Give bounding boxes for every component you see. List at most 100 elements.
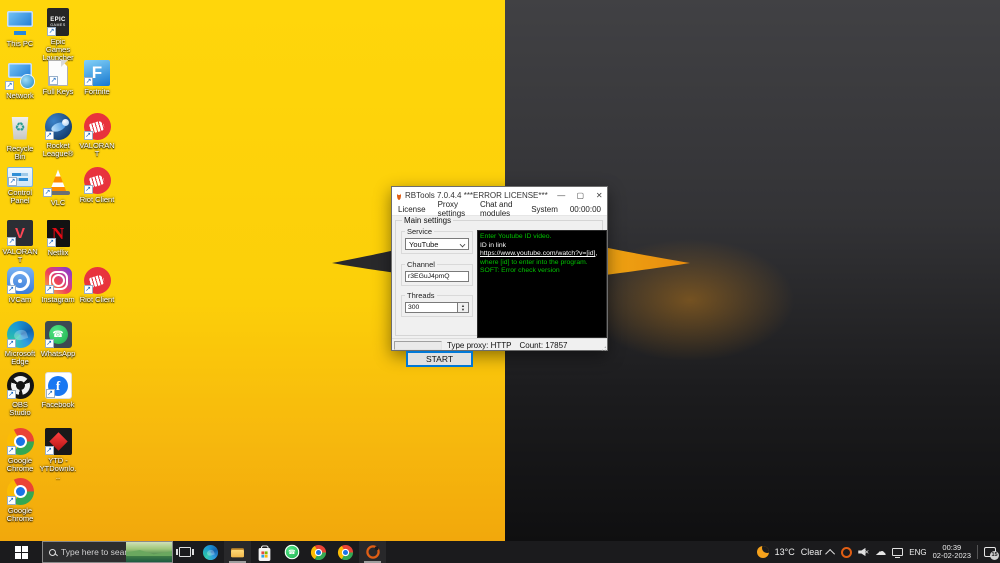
edge-icon: ↗	[6, 321, 34, 348]
console-output: Enter Youtube ID video. ID in link https…	[477, 230, 607, 338]
desktop-icon-label: Epic Games Launcher	[42, 37, 74, 62]
task-view-icon	[176, 547, 194, 557]
ytd-icon: ↗	[44, 428, 72, 455]
taskbar-chrome-button[interactable]	[305, 541, 332, 563]
taskbar-search[interactable]: Type here to search	[42, 541, 173, 563]
ivcam-icon: ↗	[6, 267, 34, 294]
chrome-icon: ↗	[6, 478, 34, 505]
shortcut-arrow-icon: ↗	[84, 77, 93, 86]
weather-condition[interactable]: Clear	[801, 547, 823, 557]
menu-00-00-00[interactable]: 00:00:00	[564, 205, 607, 214]
window-body: Main settings Service YouTube Channel r3…	[392, 216, 607, 367]
desktop-icon-google-chrome[interactable]: ↗ Google Chrome	[1, 428, 39, 473]
taskbar-rbtools-button[interactable]	[359, 541, 386, 563]
desktop-icon-instagram[interactable]: ↗ Instagram	[39, 267, 77, 304]
desktop-icon-riot-client[interactable]: ↗ Riot Client	[78, 167, 116, 204]
shortcut-arrow-icon: ↗	[8, 177, 17, 186]
desktop-icon-rocket-league[interactable]: ↗ Rocket League®	[39, 113, 77, 158]
menu-system[interactable]: System	[525, 205, 564, 214]
taskbar-file-explorer-button[interactable]	[224, 541, 251, 563]
recycle-icon	[5, 113, 35, 143]
desktop-icon-ytd-ytdownlo[interactable]: ↗ YTD - YTDownlo...	[39, 428, 77, 481]
tray-expand-chevron-icon[interactable]	[825, 548, 836, 559]
desktop-icon-epic-games-launcher[interactable]: ↗Epic Games Launcher	[39, 8, 77, 62]
search-icon	[49, 548, 56, 556]
service-dropdown[interactable]: YouTube	[405, 238, 469, 250]
desktop-icon-fortnite[interactable]: ↗Fortnite	[78, 60, 116, 96]
desktop-icon-control-panel[interactable]: ↗ Control Panel	[1, 167, 39, 205]
service-group: Service YouTube	[401, 227, 473, 254]
rbtools-tray-icon[interactable]	[841, 546, 853, 558]
shortcut-arrow-icon: ↗	[5, 81, 14, 90]
resize-grip[interactable]	[598, 343, 606, 351]
status-progress-box	[394, 341, 442, 350]
desktop-icon-recycle-bin[interactable]: Recycle Bin	[1, 113, 39, 161]
obs-icon: ↗	[6, 372, 34, 399]
shortcut-arrow-icon: ↗	[44, 131, 54, 140]
desktop-icon-microsoft-edge[interactable]: ↗ Microsoft Edge	[1, 321, 39, 366]
desktop-icon-label: Fortnite	[84, 87, 110, 96]
system-tray: 13°C Clear ✕ ☁ ENG 00:39 02-02-2023 15	[756, 543, 1000, 561]
network-display-icon[interactable]	[892, 548, 904, 558]
weather-temp[interactable]: 13°C	[775, 547, 795, 557]
desktop-icon-vlc[interactable]: ↗ VLC	[39, 167, 77, 207]
taskbar-whatsapp-button[interactable]	[278, 541, 305, 563]
desktop-icon-facebook[interactable]: ↗ Facebook	[39, 372, 77, 409]
this-pc-icon	[5, 8, 35, 38]
desktop-icon-ivcam[interactable]: ↗ iVCam	[1, 267, 39, 304]
desktop-icon-label: Microsoft Edge	[4, 349, 36, 366]
taskbar-chrome-2-button[interactable]	[332, 541, 359, 563]
close-button[interactable]: ✕	[590, 187, 609, 203]
desktop-icon-google-chrome[interactable]: ↗ Google Chrome	[1, 478, 39, 523]
threads-spinner[interactable]: ▲ ▼	[458, 302, 469, 313]
taskbar-clock[interactable]: 00:39 02-02-2023	[932, 543, 971, 561]
shortcut-arrow-icon: ↗	[6, 446, 16, 455]
notification-center-button[interactable]: 15	[984, 547, 999, 560]
maximize-button[interactable]: ▢	[571, 187, 590, 203]
onedrive-cloud-icon[interactable]: ☁	[875, 546, 886, 558]
task-view-button[interactable]	[173, 541, 197, 563]
desktop-icon-valorant[interactable]: ↗VALORANT	[1, 220, 39, 264]
shortcut-arrow-icon: ↗	[6, 339, 16, 348]
windows-logo-icon	[14, 545, 28, 559]
threads-input[interactable]: 300	[405, 302, 458, 313]
desktop-icon-full-keys[interactable]: ↗ Full Keys	[39, 60, 77, 96]
desktop-icon-netflix[interactable]: ↗Netflix	[39, 220, 77, 257]
desktop-icon-obs-studio[interactable]: ↗ OBS Studio	[1, 372, 39, 417]
desktop-icon-label: Full Keys	[42, 87, 74, 96]
main-settings-group: Main settings Service YouTube Channel r3…	[395, 216, 607, 367]
channel-input[interactable]: r3EGuJ4pmQ	[405, 271, 469, 282]
shortcut-arrow-icon: ↗	[6, 285, 16, 294]
rbtools-window: RBTools 7.0.4.4 ***ERROR LICENSE*** — ▢ …	[391, 186, 609, 367]
riot-fist-icon: ↗	[83, 167, 111, 194]
desktop-icon-whatsapp[interactable]: ↗WhatsApp	[39, 321, 77, 358]
desktop-icon-this-pc[interactable]: This PC	[1, 8, 39, 48]
vlc-icon: ↗	[43, 167, 73, 197]
menu-license[interactable]: License	[392, 205, 432, 214]
taskbar-microsoft-store-button[interactable]	[251, 541, 278, 563]
desktop-icon-network[interactable]: ↗ Network	[1, 60, 39, 100]
clock-date: 02-02-2023	[932, 551, 971, 560]
desktop-icon-label: Network	[6, 91, 34, 100]
start-button[interactable]: START	[406, 351, 473, 367]
desktop-icon-label: Google Chrome	[6, 456, 34, 473]
volume-muted-button[interactable]: ✕	[858, 547, 869, 557]
desktop-icon-valorant[interactable]: ↗VALORANT	[78, 113, 116, 158]
edge-icon	[202, 544, 219, 560]
youtube-link[interactable]: https://www.youtube.com/watch?v=[id]	[480, 250, 595, 257]
taskbar-edge-button[interactable]	[197, 541, 224, 563]
shortcut-arrow-icon: ↗	[7, 237, 16, 246]
minimize-button[interactable]: —	[552, 187, 571, 203]
start-menu-button[interactable]	[0, 541, 42, 563]
status-proxy: Type proxy: HTTP	[447, 341, 512, 350]
language-indicator[interactable]: ENG	[909, 548, 926, 557]
desktop-icon-riot-client[interactable]: ↗ Riot Client	[78, 267, 116, 304]
facebook-icon: ↗	[44, 372, 72, 399]
fullkeys-icon: ↗	[48, 60, 68, 86]
window-title: RBTools 7.0.4.4 ***ERROR LICENSE***	[405, 190, 548, 200]
shortcut-arrow-icon: ↗	[43, 188, 52, 197]
menu-bar: License Proxy settings Chat and modules Sys…	[392, 200, 607, 218]
control-panel-icon: ↗	[7, 167, 33, 187]
desktop-icon-label: VALORANT	[79, 141, 115, 158]
desktop-icon-label: Recycle Bin	[6, 144, 34, 161]
